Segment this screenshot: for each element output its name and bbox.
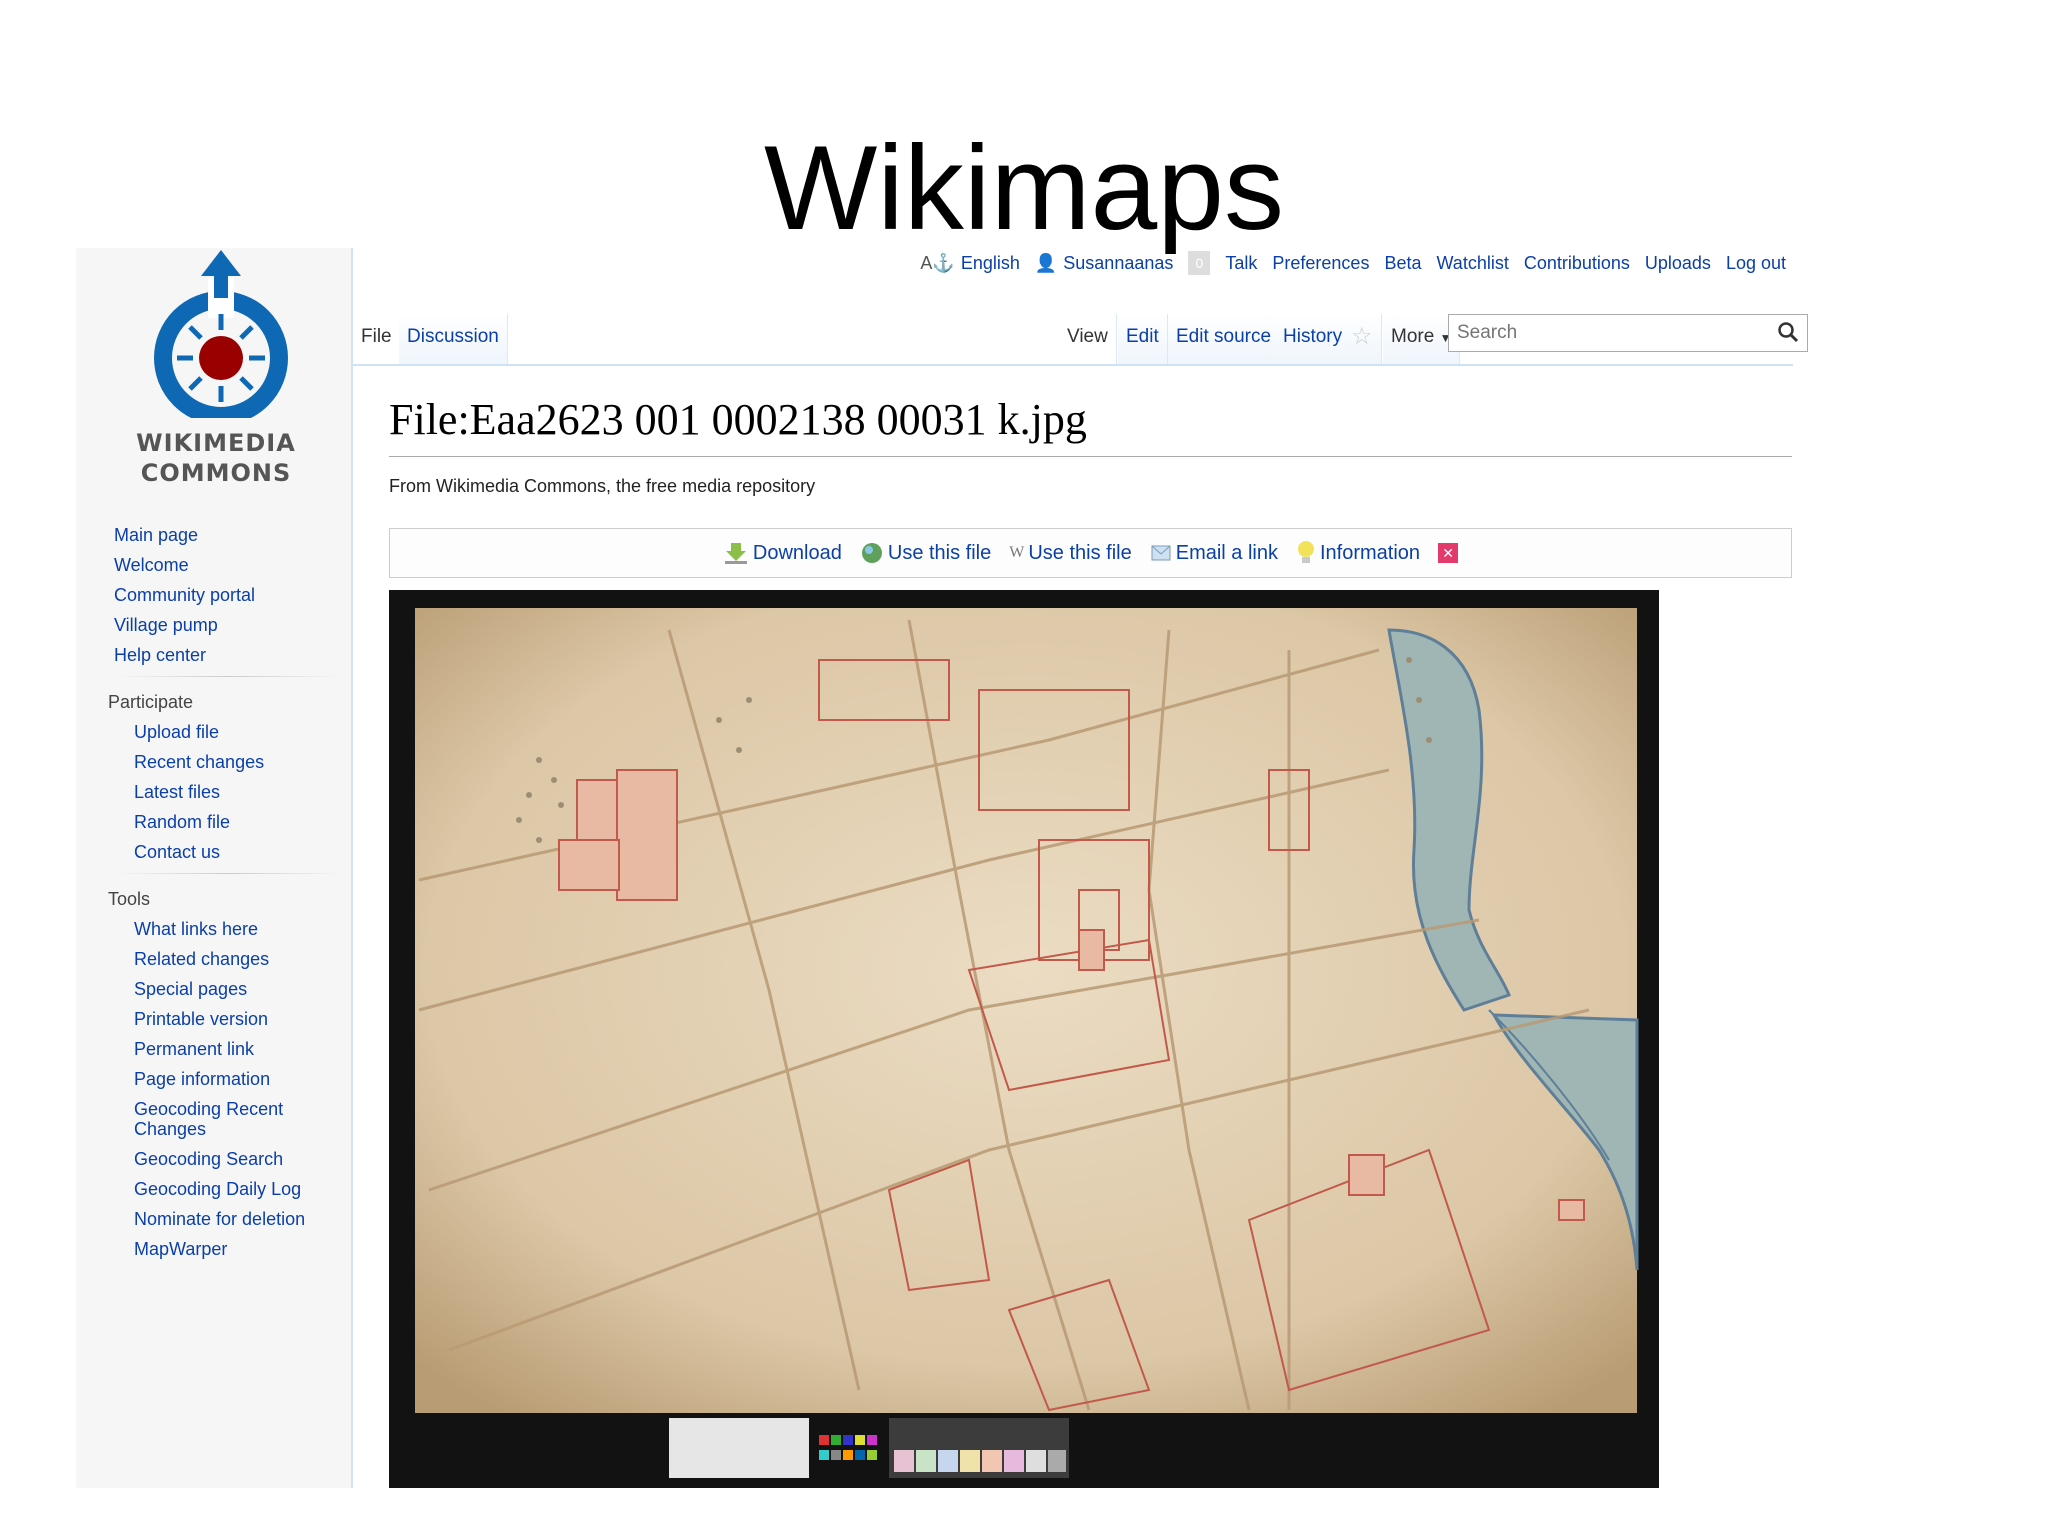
sidebar-item-upload-file[interactable]: Upload file: [114, 717, 344, 747]
download-label: Download: [752, 541, 842, 564]
email-link-label: Email a link: [1175, 541, 1278, 564]
tab-edit-source[interactable]: Edit source: [1168, 314, 1281, 364]
more-menu-label: More: [1391, 326, 1435, 347]
sidebar-item-nominate-for-deletion[interactable]: Nominate for deletion: [114, 1204, 344, 1234]
content-area: File:Eaa2623 001 0002138 00031 k.jpg Fro…: [353, 364, 1793, 1488]
contributions-link[interactable]: Contributions: [1524, 253, 1630, 274]
sidebar-item-community-portal[interactable]: Community portal: [114, 580, 344, 610]
sidebar-item-village-pump[interactable]: Village pump: [114, 610, 344, 640]
use-file-wiki-label: Use this file: [1028, 541, 1132, 564]
uploads-link[interactable]: Uploads: [1645, 253, 1711, 274]
sidebar-divider: [114, 873, 344, 874]
sidebar-item-latest-files[interactable]: Latest files: [114, 777, 344, 807]
sidebar-item-recent-changes[interactable]: Recent changes: [114, 747, 344, 777]
sidebar-item-help-center[interactable]: Help center: [114, 640, 344, 670]
sidebar-item-permanent-link[interactable]: Permanent link: [114, 1034, 344, 1064]
logo-line-2: COMMONS: [140, 459, 292, 487]
language-link[interactable]: English: [961, 253, 1020, 274]
sidebar-item-printable-version[interactable]: Printable version: [114, 1004, 344, 1034]
tab-discussion[interactable]: Discussion: [399, 314, 508, 364]
sidebar-item-main-page[interactable]: Main page: [114, 520, 344, 550]
logo-line-1: WIKIMEDIA: [136, 429, 296, 457]
personal-tools: A⚓ English 👤 Susannaanas 0 Talk Preferen…: [76, 248, 1816, 278]
sidebar-item-related-changes[interactable]: Related changes: [114, 944, 344, 974]
globe-icon: [861, 543, 882, 563]
beta-link[interactable]: Beta: [1384, 253, 1421, 274]
download-icon: [724, 543, 747, 564]
sidebar: WIKIMEDIA COMMONS Main page Welcome Comm…: [76, 248, 353, 1488]
title-divider: [389, 456, 1792, 457]
site-tagline: From Wikimedia Commons, the free media r…: [389, 476, 816, 496]
page-title: File:Eaa2623 001 0002138 00031 k.jpg: [389, 395, 1087, 444]
use-file-web-label: Use this file: [887, 541, 992, 564]
username-link[interactable]: Susannaanas: [1063, 253, 1173, 274]
sidebar-item-special-pages[interactable]: Special pages: [114, 974, 344, 1004]
language-selector[interactable]: A⚓ English: [920, 253, 1019, 274]
user-menu[interactable]: 👤 Susannaanas: [1035, 253, 1174, 274]
use-file-wiki-button[interactable]: W Use this file: [1009, 542, 1131, 565]
sidebar-item-geocoding-search[interactable]: Geocoding Search: [114, 1144, 344, 1174]
sidebar-heading-tools[interactable]: Tools: [108, 884, 344, 914]
tab-file[interactable]: File: [353, 314, 401, 364]
sidebar-divider: [114, 676, 344, 677]
notification-badge[interactable]: 0: [1188, 251, 1211, 275]
sidebar-item-mapwarper[interactable]: MapWarper: [114, 1234, 344, 1264]
sidebar-item-contact-us[interactable]: Contact us: [114, 837, 344, 867]
tab-edit[interactable]: Edit: [1118, 314, 1168, 364]
information-button[interactable]: Information: [1296, 540, 1420, 566]
logo-wordmark: WIKIMEDIA COMMONS: [96, 428, 336, 488]
translate-icon: A⚓: [920, 252, 955, 273]
sidebar-item-page-information[interactable]: Page information: [114, 1064, 344, 1094]
search-input[interactable]: [1449, 315, 1759, 351]
search-icon[interactable]: [1777, 321, 1799, 343]
talk-link[interactable]: Talk: [1225, 253, 1257, 274]
use-file-web-button[interactable]: Use this file: [860, 541, 991, 565]
tab-view[interactable]: View: [1059, 314, 1117, 364]
wiki-screenshot: WIKIMEDIA COMMONS Main page Welcome Comm…: [76, 248, 1816, 1488]
sidebar-heading-participate[interactable]: Participate: [108, 687, 344, 717]
close-icon[interactable]: ✕: [1438, 543, 1459, 563]
sidebar-item-what-links-here[interactable]: What links here: [114, 914, 344, 944]
sidebar-item-geocoding-recent-changes[interactable]: Geocoding Recent Changes: [114, 1094, 344, 1144]
lightbulb-icon: [1298, 541, 1314, 563]
map-image[interactable]: [389, 590, 1659, 1488]
watch-star-icon[interactable]: ☆: [1343, 314, 1382, 364]
sidebar-item-random-file[interactable]: Random file: [114, 807, 344, 837]
email-link-button[interactable]: Email a link: [1150, 542, 1278, 565]
file-actions-bar: Download Use this file W Use this file E…: [389, 528, 1792, 578]
slide-title: Wikimaps: [763, 121, 1285, 255]
sidebar-item-geocoding-daily-log[interactable]: Geocoding Daily Log: [114, 1174, 344, 1204]
user-icon: 👤: [1034, 252, 1058, 273]
preferences-link[interactable]: Preferences: [1272, 253, 1369, 274]
email-icon: [1151, 545, 1171, 561]
search-box: [1448, 314, 1808, 352]
sidebar-item-welcome[interactable]: Welcome: [114, 550, 344, 580]
tab-history[interactable]: History: [1275, 314, 1352, 364]
information-label: Information: [1320, 541, 1421, 564]
wikipedia-icon: W: [1009, 544, 1025, 561]
historic-city-map: [389, 590, 1659, 1488]
logout-link[interactable]: Log out: [1726, 253, 1786, 274]
sidebar-nav: Main page Welcome Community portal Villa…: [108, 520, 344, 1264]
watchlist-link[interactable]: Watchlist: [1436, 253, 1508, 274]
download-button[interactable]: Download: [723, 541, 842, 565]
